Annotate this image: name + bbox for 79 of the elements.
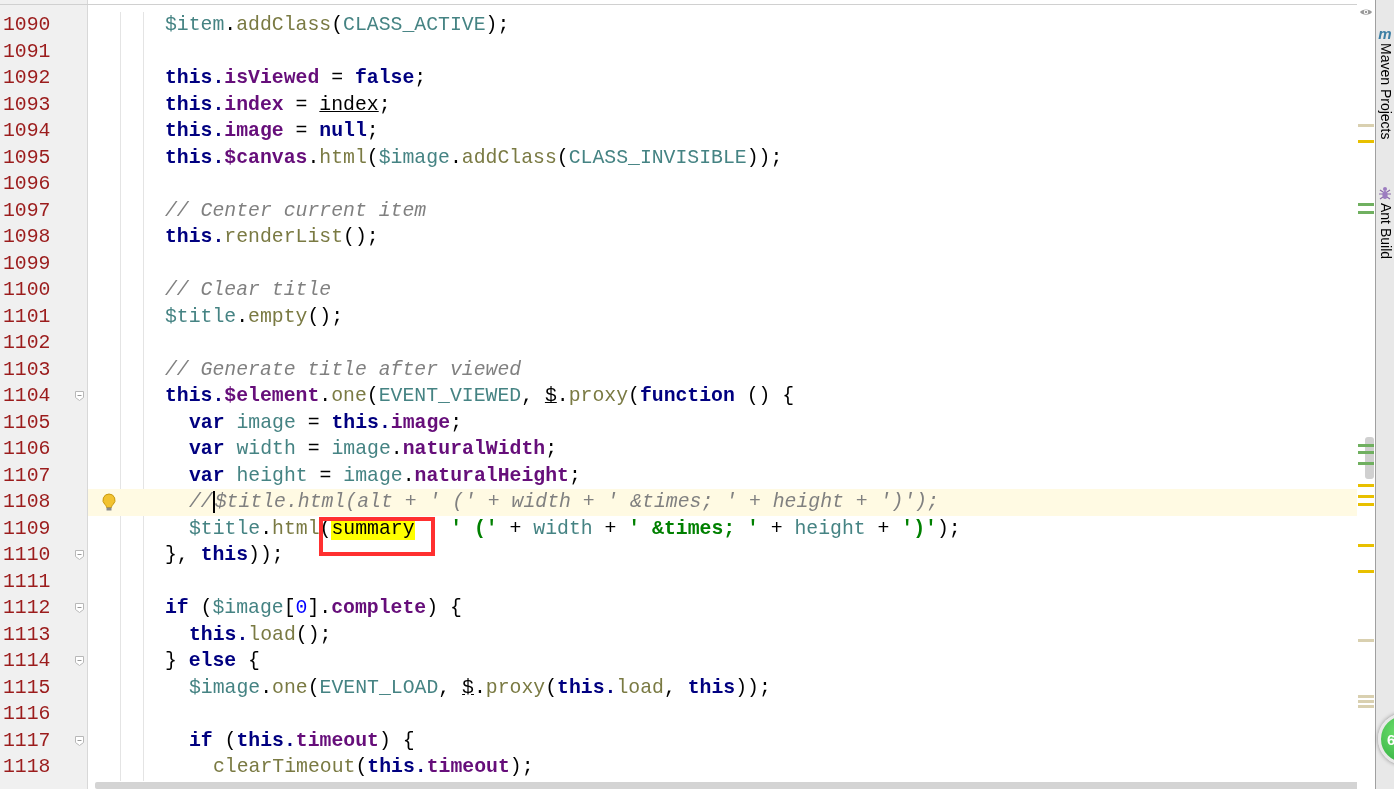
code-line: $image.one(EVENT_LOAD, $.proxy(this.load, this)); bbox=[189, 675, 771, 701]
code-line: //$title.html(alt + ' (' + width + ' &times; ' + height + ')'); bbox=[189, 489, 939, 515]
error-stripe-mark[interactable] bbox=[1358, 124, 1374, 127]
code-line: $title.empty(); bbox=[165, 304, 344, 330]
line-number: 1101 bbox=[2, 304, 52, 330]
error-stripe-mark[interactable] bbox=[1358, 695, 1374, 698]
code-line: this.$element.one(EVENT_VIEWED, $.proxy(function () { bbox=[165, 384, 795, 409]
eye-icon[interactable] bbox=[1359, 7, 1373, 17]
error-stripe-mark[interactable] bbox=[1358, 451, 1374, 454]
code-line: } else { bbox=[165, 649, 260, 674]
code-line: if ($image[0].complete) { bbox=[165, 596, 462, 621]
line-number: 1108 bbox=[2, 490, 52, 515]
code-line: var height = image.naturalHeight; bbox=[189, 463, 581, 489]
tool-window-button[interactable]: Ant Build bbox=[1376, 185, 1394, 260]
line-number: 1098 bbox=[2, 225, 52, 250]
line-number: 1092 bbox=[2, 66, 52, 91]
line-number: 1096 bbox=[2, 172, 52, 197]
error-stripe-mark[interactable] bbox=[1358, 211, 1374, 214]
line-number: 1107 bbox=[2, 463, 52, 489]
error-stripe-mark[interactable] bbox=[1358, 503, 1374, 506]
code-line: this.image = null; bbox=[165, 119, 379, 144]
code-line: $item.addClass(CLASS_ACTIVE); bbox=[165, 13, 510, 38]
error-stripe-mark[interactable] bbox=[1358, 570, 1374, 573]
line-number: 1104 bbox=[2, 384, 52, 409]
code-line: var image = this.image; bbox=[189, 410, 463, 436]
line-number: 1097 bbox=[2, 198, 52, 224]
error-stripe-mark[interactable] bbox=[1358, 705, 1374, 708]
line-number: 1116 bbox=[2, 702, 52, 727]
fold-icon[interactable] bbox=[74, 735, 84, 746]
line-number: 1110 bbox=[2, 543, 52, 568]
line-number: 1090 bbox=[2, 13, 52, 38]
error-stripe-mark[interactable] bbox=[1358, 203, 1374, 206]
line-number: 1106 bbox=[2, 437, 52, 462]
fold-icon[interactable] bbox=[74, 391, 84, 402]
line-number: 1095 bbox=[2, 145, 52, 171]
error-stripe-mark[interactable] bbox=[1358, 700, 1374, 703]
line-number: 1091 bbox=[2, 39, 52, 65]
lightbulb-icon[interactable] bbox=[102, 493, 116, 512]
error-stripe-mark[interactable] bbox=[1358, 544, 1374, 547]
code-line: clearTimeout(this.timeout); bbox=[213, 755, 534, 780]
code-line: this.load(); bbox=[189, 622, 332, 648]
line-number: 1113 bbox=[2, 622, 52, 648]
line-number: 1114 bbox=[2, 649, 52, 674]
fold-icon[interactable] bbox=[74, 656, 84, 667]
tool-window-button[interactable]: m Maven Projects bbox=[1376, 26, 1394, 140]
line-number: 1112 bbox=[2, 596, 52, 621]
error-stripe-mark[interactable] bbox=[1358, 484, 1374, 487]
code-line: this.isViewed = false; bbox=[165, 66, 427, 91]
code-line: }, this)); bbox=[165, 543, 284, 568]
ant-icon bbox=[1378, 185, 1392, 202]
code-line: this.$canvas.html($image.addClass(CLASS_INVISIBLE)); bbox=[165, 145, 783, 171]
line-number: 1093 bbox=[2, 92, 52, 118]
line-number: 1099 bbox=[2, 251, 52, 277]
text-cursor bbox=[212, 490, 215, 513]
line-number: 1115 bbox=[2, 675, 52, 701]
line-number: 1094 bbox=[2, 119, 52, 144]
line-number: 1103 bbox=[2, 357, 52, 383]
fold-icon[interactable] bbox=[74, 550, 84, 561]
line-number: 1109 bbox=[2, 516, 52, 542]
error-stripe-mark[interactable] bbox=[1358, 639, 1374, 642]
error-stripe-mark[interactable] bbox=[1358, 444, 1374, 447]
code-line: var width = image.naturalWidth; bbox=[189, 437, 558, 462]
line-number: 1105 bbox=[2, 410, 52, 436]
line-number: 1118 bbox=[2, 755, 52, 780]
code-line: // Center current item bbox=[165, 198, 427, 224]
code-line: if (this.timeout) { bbox=[189, 728, 415, 754]
line-number: 1102 bbox=[2, 331, 52, 356]
code-line: this.index = index; bbox=[165, 92, 391, 118]
code-line: // Clear title bbox=[165, 278, 332, 303]
code-line: this.renderList(); bbox=[165, 225, 379, 250]
error-stripe-mark[interactable] bbox=[1358, 462, 1374, 465]
line-number: 1100 bbox=[2, 278, 52, 303]
fold-icon[interactable] bbox=[74, 603, 84, 614]
horizontal-scrollbar[interactable] bbox=[95, 782, 1357, 789]
error-stripe-mark[interactable] bbox=[1358, 495, 1374, 498]
line-number: 1117 bbox=[2, 728, 52, 754]
line-number: 1111 bbox=[2, 569, 52, 595]
code-line: // Generate title after viewed bbox=[165, 357, 522, 383]
error-stripe-mark[interactable] bbox=[1358, 140, 1374, 143]
